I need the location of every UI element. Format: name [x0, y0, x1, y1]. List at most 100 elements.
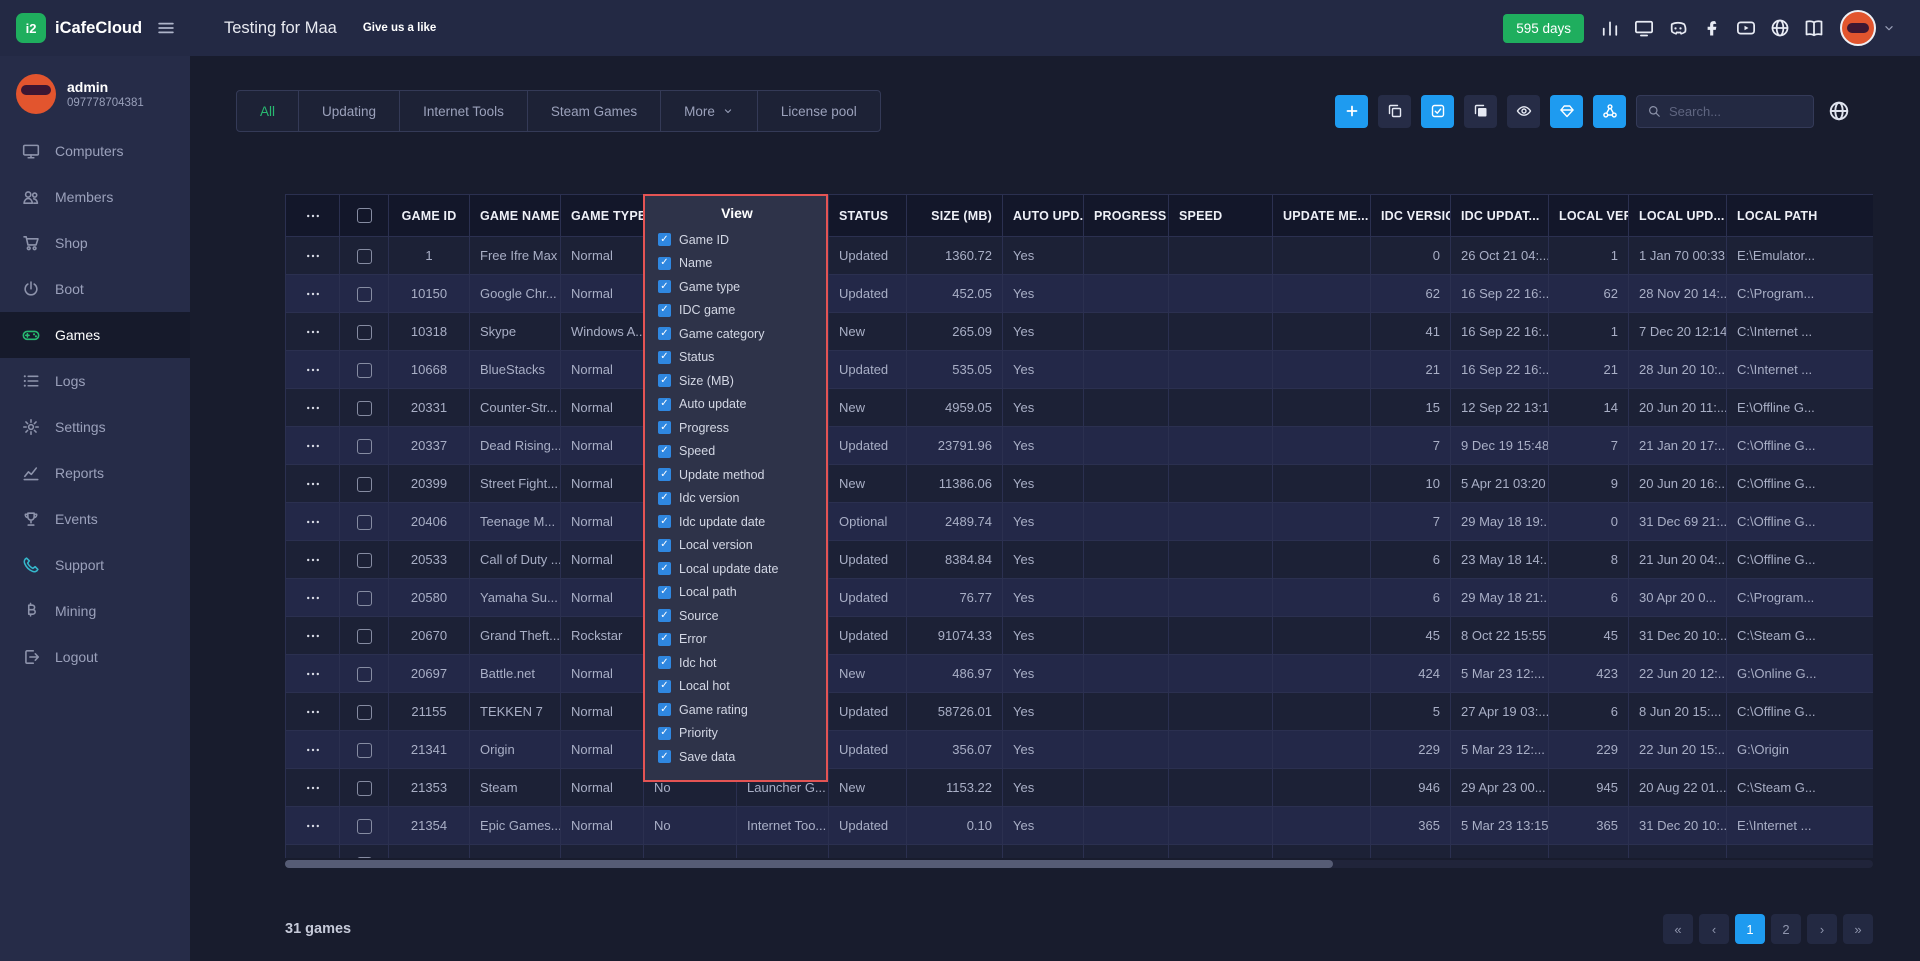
menu-icon[interactable] [156, 18, 176, 38]
column-header[interactable]: IDC UPDAT... [1451, 195, 1549, 237]
row-actions-button[interactable] [286, 579, 340, 617]
sidebar-item-logs[interactable]: Logs [0, 358, 190, 404]
view-option-local-version[interactable]: Local version [658, 534, 816, 558]
view-option-local-hot[interactable]: Local hot [658, 675, 816, 699]
row-actions-button[interactable] [286, 693, 340, 731]
row-checkbox[interactable] [357, 439, 372, 454]
column-header[interactable]: PROGRESS [1084, 195, 1169, 237]
table-row[interactable]: 20399Street Fight...NormalNew11386.06Yes… [286, 465, 1874, 503]
row-actions-button[interactable] [286, 731, 340, 769]
sidebar-item-boot[interactable]: Boot [0, 266, 190, 312]
row-checkbox[interactable] [357, 249, 372, 264]
row-actions-button[interactable] [286, 807, 340, 845]
table-row[interactable]: 21155TEKKEN 7NormalUpdated58726.01Yes527… [286, 693, 1874, 731]
row-actions-button[interactable] [286, 351, 340, 389]
select-all-checkbox[interactable] [357, 208, 372, 223]
view-option-idc-version[interactable]: Idc version [658, 487, 816, 511]
column-header[interactable]: GAME TYPE [561, 195, 644, 237]
tab-more[interactable]: More [660, 90, 758, 132]
table-row[interactable]: 20580Yamaha Su...NormalUpdated76.77Yes62… [286, 579, 1874, 617]
row-checkbox[interactable] [357, 287, 372, 302]
row-checkbox[interactable] [357, 363, 372, 378]
sidebar-item-settings[interactable]: Settings [0, 404, 190, 450]
sidebar-item-reports[interactable]: Reports [0, 450, 190, 496]
table-row[interactable]: 21353SteamNormalNoLauncher G...New1153.2… [286, 769, 1874, 807]
language-globe-icon[interactable] [1828, 100, 1850, 122]
multi-select-button[interactable] [1421, 95, 1454, 128]
table-row[interactable]: 21354Epic Games...NormalNoInternet Too..… [286, 807, 1874, 845]
table-row[interactable]: 21341OriginNormalUpdated356.07Yes2295 Ma… [286, 731, 1874, 769]
column-header[interactable]: IDC VERSION [1371, 195, 1451, 237]
page-button-1[interactable]: 1 [1735, 914, 1765, 944]
row-checkbox[interactable] [357, 781, 372, 796]
column-header[interactable]: GAME ID [389, 195, 470, 237]
row-checkbox[interactable] [357, 743, 372, 758]
tab-updating[interactable]: Updating [298, 90, 400, 132]
table-row[interactable]: 20533Call of Duty ...NormalUpdated8384.8… [286, 541, 1874, 579]
page-button-first[interactable]: « [1663, 914, 1693, 944]
column-header[interactable]: STATUS [829, 195, 907, 237]
like-link[interactable]: Give us a like [363, 22, 437, 34]
tab-internet-tools[interactable]: Internet Tools [399, 90, 528, 132]
table-row[interactable]: 20670Grand Theft...RockstarUpdated91074.… [286, 617, 1874, 655]
row-checkbox[interactable] [357, 401, 372, 416]
globe-icon[interactable] [1770, 18, 1790, 38]
page-button-last[interactable]: » [1843, 914, 1873, 944]
column-header[interactable]: GAME NAME [470, 195, 561, 237]
screen-icon[interactable] [1634, 18, 1654, 38]
row-actions-button[interactable] [286, 275, 340, 313]
view-option-progress[interactable]: Progress [658, 416, 816, 440]
row-actions-button[interactable] [286, 769, 340, 807]
page-button-prev[interactable]: ‹ [1699, 914, 1729, 944]
user-menu[interactable] [1840, 10, 1896, 46]
duplicate-button[interactable] [1464, 95, 1497, 128]
table-row[interactable]: 10150Google Chr...NormalUpdated452.05Yes… [286, 275, 1874, 313]
view-option-error[interactable]: Error [658, 628, 816, 652]
column-header[interactable]: LOCAL PATH [1727, 195, 1874, 237]
view-option-local-update-date[interactable]: Local update date [658, 557, 816, 581]
row-checkbox[interactable] [357, 553, 372, 568]
scrollbar-thumb[interactable] [285, 860, 1333, 868]
view-option-game-type[interactable]: Game type [658, 275, 816, 299]
view-option-local-path[interactable]: Local path [658, 581, 816, 605]
column-header[interactable]: AUTO UPD... [1003, 195, 1084, 237]
column-header[interactable]: UPDATE ME... [1273, 195, 1371, 237]
view-option-status[interactable]: Status [658, 346, 816, 370]
discord-icon[interactable] [1668, 18, 1688, 38]
view-option-game-id[interactable]: Game ID [658, 228, 816, 252]
facebook-icon[interactable] [1702, 18, 1722, 38]
sync-button[interactable] [1593, 95, 1626, 128]
row-checkbox[interactable] [357, 667, 372, 682]
row-actions-button[interactable] [286, 427, 340, 465]
row-checkbox[interactable] [357, 591, 372, 606]
view-option-source[interactable]: Source [658, 604, 816, 628]
bar-chart-icon[interactable] [1600, 18, 1620, 38]
view-option-idc-game[interactable]: IDC game [658, 299, 816, 323]
youtube-icon[interactable] [1736, 18, 1756, 38]
tab-all[interactable]: All [236, 90, 299, 132]
view-option-size-mb-[interactable]: Size (MB) [658, 369, 816, 393]
table-row[interactable]: 10668BlueStacksNormalUpdated535.05Yes211… [286, 351, 1874, 389]
view-option-idc-update-date[interactable]: Idc update date [658, 510, 816, 534]
sidebar-item-logout[interactable]: Logout [0, 634, 190, 680]
row-actions-button[interactable] [286, 503, 340, 541]
sidebar-item-support[interactable]: Support [0, 542, 190, 588]
view-option-update-method[interactable]: Update method [658, 463, 816, 487]
tag-button[interactable] [1550, 95, 1583, 128]
page-button-2[interactable]: 2 [1771, 914, 1801, 944]
table-row[interactable]: 20331Counter-Str...NormalNew4959.05Yes15… [286, 389, 1874, 427]
row-checkbox[interactable] [357, 857, 372, 858]
table-row[interactable]: 20337Dead Rising...NormalUpdated23791.96… [286, 427, 1874, 465]
view-option-game-rating[interactable]: Game rating [658, 698, 816, 722]
row-actions-button[interactable] [286, 237, 340, 275]
row-checkbox[interactable] [357, 325, 372, 340]
column-header[interactable]: LOCAL VER... [1549, 195, 1629, 237]
row-actions-button[interactable] [286, 465, 340, 503]
column-header[interactable]: SPEED [1169, 195, 1273, 237]
book-icon[interactable] [1804, 18, 1824, 38]
row-actions-button[interactable] [286, 845, 340, 859]
days-badge[interactable]: 595 days [1503, 14, 1584, 43]
view-option-priority[interactable]: Priority [658, 722, 816, 746]
sidebar-item-computers[interactable]: Computers [0, 128, 190, 174]
sidebar-item-events[interactable]: Events [0, 496, 190, 542]
